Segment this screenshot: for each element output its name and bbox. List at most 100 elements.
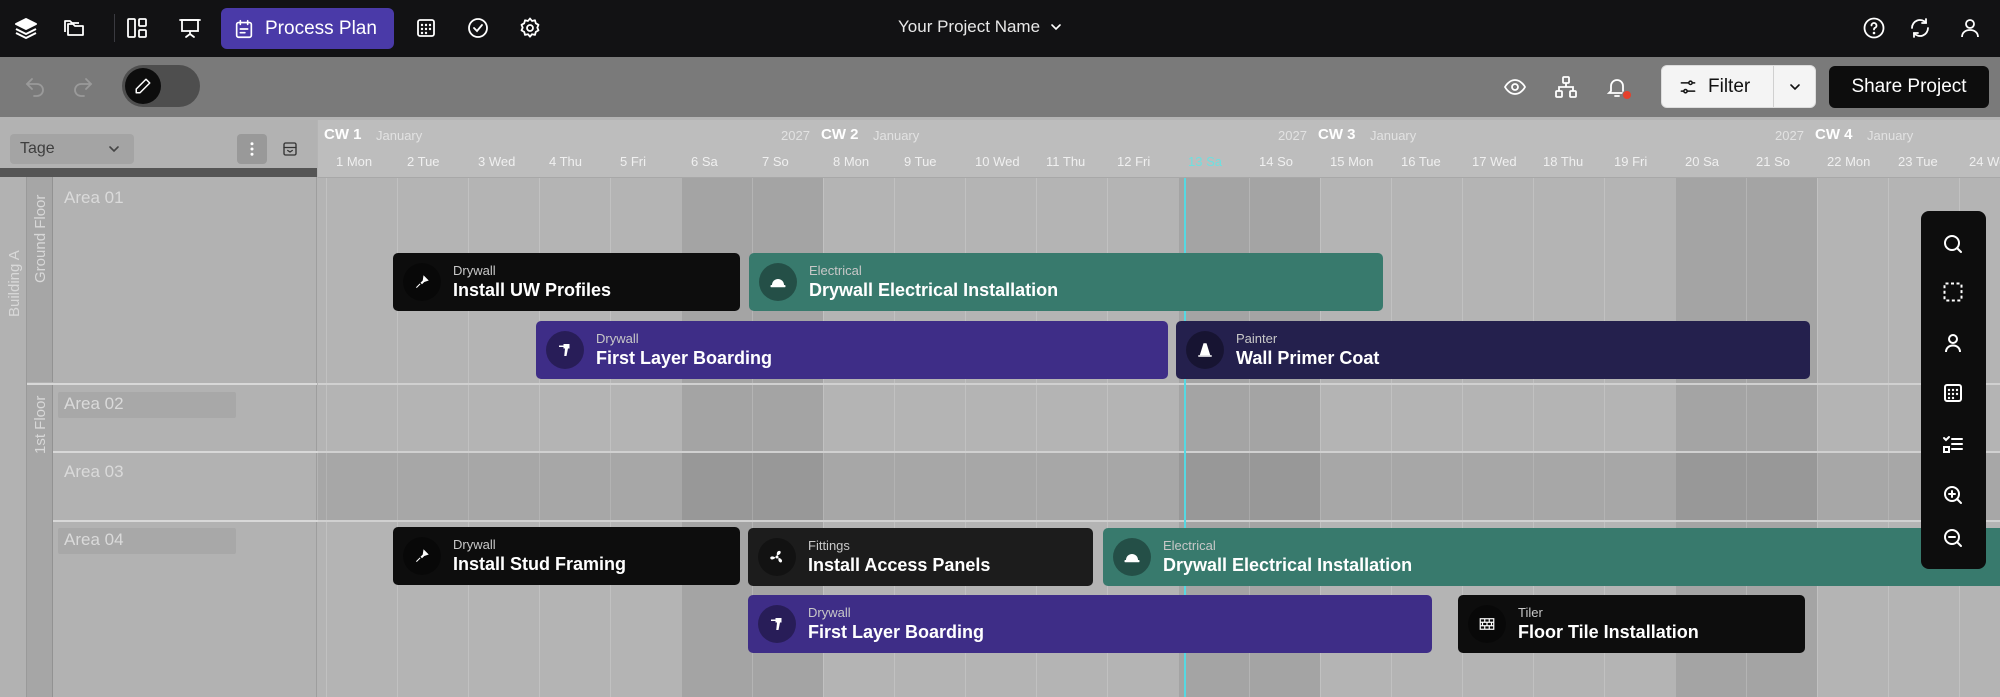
task-bar[interactable]: Electrical Drywall Electrical Installatio… [1103, 528, 2000, 586]
calendar-plan-icon [235, 19, 253, 38]
hardhat-icon [759, 263, 797, 301]
canvas-tool-rail [1921, 211, 1986, 569]
day-label: 2 Tue [407, 154, 440, 169]
calendar-grid-icon[interactable] [410, 12, 442, 44]
check-circle-icon[interactable] [462, 12, 494, 44]
sync-icon[interactable] [1904, 12, 1936, 44]
zoom-in-icon[interactable] [1936, 478, 1970, 512]
process-plan-tab[interactable]: Process Plan [221, 8, 394, 49]
day-label: 23 Tue [1898, 154, 1938, 169]
settings-gear-icon[interactable] [514, 12, 546, 44]
task-bar[interactable]: Drywall Install Stud Framing [393, 527, 740, 585]
area-separator [53, 520, 343, 522]
edit-mode-toggle[interactable] [122, 65, 200, 107]
day-label: 20 Sa [1685, 154, 1719, 169]
filter-control: Filter [1661, 65, 1816, 108]
floor-first: 1st Floor [27, 384, 53, 697]
area-label-01[interactable]: Area 01 [64, 188, 124, 208]
day-label: 21 So [1756, 154, 1790, 169]
day-label: 9 Tue [904, 154, 937, 169]
filter-dropdown-button[interactable] [1774, 79, 1815, 95]
calendar-grid-icon[interactable] [1936, 376, 1970, 410]
task-trade: Electrical [1163, 538, 1216, 553]
presentation-icon[interactable] [174, 12, 206, 44]
chevron-down-icon [1051, 24, 1061, 31]
day-label: 14 So [1259, 154, 1293, 169]
task-title: Drywall Electrical Installation [1163, 555, 1413, 575]
task-bar[interactable]: Drywall First Layer Boarding [748, 595, 1432, 653]
folders-icon[interactable] [58, 12, 90, 44]
year-label: 2027 [781, 128, 810, 143]
day-label: 8 Mon [833, 154, 870, 169]
day-label: 16 Tue [1401, 154, 1441, 169]
task-bar[interactable]: Painter Wall Primer Coat [1176, 321, 1810, 379]
task-meta: Painter Wall Primer Coat [1236, 331, 1379, 369]
pencil-icon [135, 78, 151, 94]
collapse-rows-button[interactable] [275, 134, 305, 164]
fan-icon [758, 538, 796, 576]
day-gridline [1817, 178, 1818, 697]
day-label: 3 Wed [478, 154, 516, 169]
task-title: Wall Primer Coat [1236, 348, 1380, 368]
calendar-header: 1 Mon 2 Tue 3 Wed 4 Thu 5 Fri 6 Sa 7 So 8 Mon 9 … [318, 120, 2000, 178]
marquee-select-icon[interactable] [1936, 275, 1970, 309]
undo-icon[interactable] [20, 72, 50, 102]
task-bar[interactable]: Fittings Install Access Panels [748, 528, 1093, 586]
search-icon[interactable] [1936, 227, 1970, 261]
floor-label-first: 1st Floor [32, 395, 49, 454]
task-title: Drywall Electrical Installation [809, 280, 1059, 300]
drill-icon [758, 605, 796, 643]
area-label-03[interactable]: Area 03 [64, 462, 124, 482]
grouping-select[interactable]: Tage [10, 134, 134, 164]
day-gridline [326, 178, 327, 697]
task-bar[interactable]: Drywall First Layer Boarding [536, 321, 1168, 379]
share-project-button[interactable]: Share Project [1829, 66, 1989, 108]
project-selector[interactable]: Your Project Name [898, 17, 1064, 37]
month-label: January [873, 128, 920, 143]
more-options-button[interactable] [237, 134, 267, 164]
task-bar[interactable]: Drywall Install UW Profiles [393, 253, 740, 311]
drill-icon [546, 331, 584, 369]
checklist-icon[interactable] [1936, 427, 1970, 461]
area-label-02[interactable]: Area 02 [64, 394, 124, 414]
chevron-down-icon [109, 146, 119, 153]
assignee-user-icon[interactable] [1936, 326, 1970, 360]
day-label: 17 Wed [1472, 154, 1517, 169]
sliders-icon [1680, 79, 1696, 94]
day-label: 18 Thu [1543, 154, 1584, 169]
floor-column: Ground Floor 1st Floor [27, 177, 53, 697]
task-trade: Drywall [596, 331, 639, 346]
calendar-week-label: CW 2 [821, 126, 859, 143]
row-separator [318, 520, 2000, 522]
task-trade: Fittings [808, 538, 850, 553]
task-title: First Layer Boarding [596, 348, 773, 368]
filter-label: Filter [1708, 75, 1751, 97]
edit-toggle-knob [125, 68, 161, 104]
dashboard-layout-icon[interactable] [121, 12, 153, 44]
location-panel-header: Tage [0, 120, 317, 168]
top-navigation-bar: Process Plan Your Project Name [0, 0, 2000, 57]
zoom-out-icon[interactable] [1936, 521, 1970, 555]
user-profile-icon[interactable] [1954, 12, 1986, 44]
hierarchy-icon[interactable] [1551, 72, 1581, 102]
task-bar[interactable]: Tiler Floor Tile Installation [1458, 595, 1805, 653]
area-separator [27, 383, 317, 385]
task-meta: Electrical Drywall Electrical Installatio… [809, 263, 1058, 301]
day-label: 10 Wed [975, 154, 1020, 169]
help-icon[interactable] [1858, 12, 1890, 44]
layers-logo-icon[interactable] [10, 12, 42, 44]
area-label-04[interactable]: Area 04 [64, 530, 124, 550]
calendar-week-label: CW 4 [1815, 126, 1853, 143]
task-title: Install Stud Framing [453, 554, 627, 574]
filter-button[interactable]: Filter [1662, 66, 1774, 107]
panel-header-divider [0, 168, 317, 177]
task-meta: Drywall First Layer Boarding [596, 331, 772, 369]
cone-icon [1186, 331, 1224, 369]
redo-icon[interactable] [68, 72, 98, 102]
task-trade: Electrical [809, 263, 862, 278]
process-plan-label: Process Plan [265, 17, 377, 39]
day-label: 11 Thu [1046, 154, 1086, 169]
task-bar[interactable]: Electrical Drywall Electrical Installatio… [749, 253, 1383, 311]
task-trade: Drywall [808, 605, 851, 620]
visibility-eye-icon[interactable] [1500, 72, 1530, 102]
